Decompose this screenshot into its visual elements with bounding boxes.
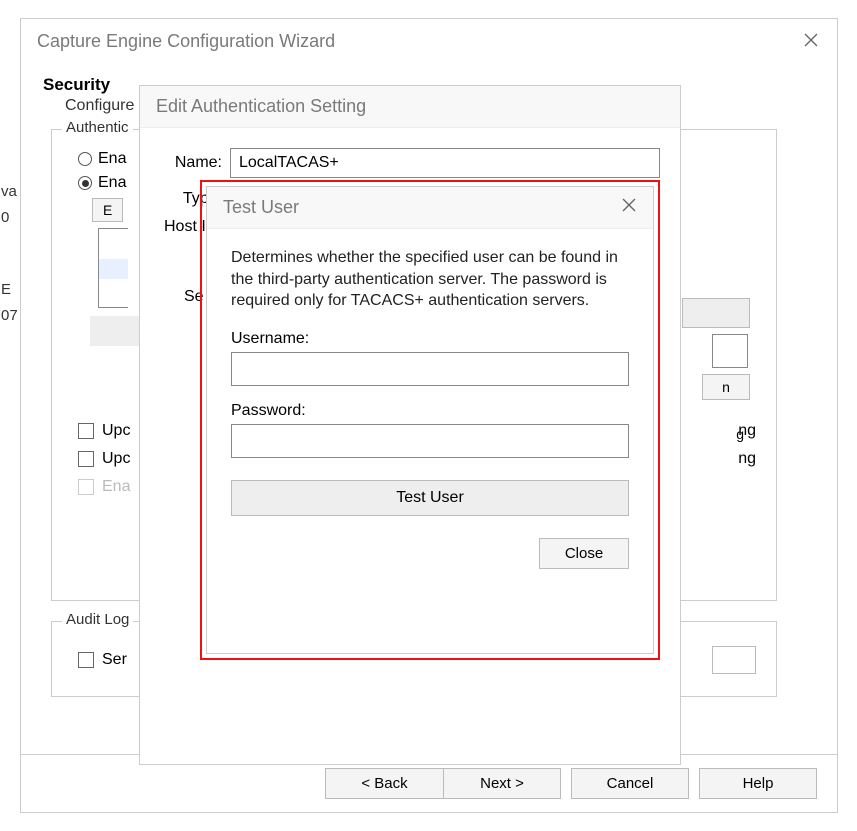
checkbox-icon [78, 479, 94, 495]
clipped-text-e: E [1, 281, 11, 298]
stub-e-button[interactable]: E [92, 198, 123, 222]
password-label: Password: [231, 402, 629, 420]
help-button[interactable]: Help [699, 768, 817, 799]
test-user-title: Test User [223, 197, 299, 218]
wizard-titlebar: Capture Engine Configuration Wizard [21, 19, 837, 63]
edit-auth-titlebar: Edit Authentication Setting [140, 86, 680, 128]
radio-icon [78, 152, 92, 166]
opt-ng2: ng [738, 450, 756, 468]
cancel-button[interactable]: Cancel [571, 768, 689, 799]
authentication-group-title: Authentic [62, 119, 133, 136]
test-user-body: Determines whether the specified user ca… [207, 229, 653, 587]
audit-input-stub[interactable] [712, 646, 756, 674]
test-user-titlebar: Test User [207, 187, 653, 229]
password-input[interactable] [231, 424, 629, 458]
back-button[interactable]: < Back [325, 768, 443, 799]
close-button[interactable]: Close [539, 538, 629, 569]
clipped-text-07: 07 [1, 307, 18, 324]
name-row: Name: [160, 148, 660, 178]
name-input[interactable] [230, 148, 660, 178]
name-label: Name: [160, 154, 222, 172]
wizard-close-button[interactable] [801, 28, 821, 54]
checkbox-label: Ena [102, 478, 130, 496]
close-icon [803, 32, 819, 48]
next-button[interactable]: Next > [443, 768, 561, 799]
radio-label-2: Ena [98, 174, 126, 192]
stub-g-text: g [682, 426, 750, 442]
checkbox-icon [78, 652, 94, 668]
checkbox-label: Upc [102, 450, 130, 468]
test-user-description: Determines whether the specified user ca… [231, 247, 629, 312]
clipped-text-0: 0 [1, 209, 9, 226]
username-input[interactable] [231, 352, 629, 386]
close-icon [621, 197, 637, 213]
checkbox-label: Upc [102, 422, 130, 440]
clipped-text-va: va [1, 183, 17, 200]
radio-icon [78, 176, 92, 190]
checkbox-icon [78, 423, 94, 439]
test-user-button[interactable]: Test User [231, 480, 629, 516]
wizard-title: Capture Engine Configuration Wizard [37, 31, 335, 52]
test-user-close-button[interactable] [621, 197, 637, 218]
checkbox-icon [78, 451, 94, 467]
audit-log-title: Audit Log [62, 611, 133, 628]
stub-n-button[interactable]: n [702, 374, 750, 400]
test-user-dialog: Test User Determines whether the specifi… [206, 186, 654, 654]
checkbox-label: Ser [102, 651, 127, 669]
list-stub[interactable] [98, 228, 128, 308]
stub-gray-button[interactable] [682, 298, 750, 328]
stub-box [712, 334, 748, 368]
edit-auth-title: Edit Authentication Setting [156, 96, 366, 117]
username-label: Username: [231, 330, 629, 348]
radio-label-1: Ena [98, 150, 126, 168]
